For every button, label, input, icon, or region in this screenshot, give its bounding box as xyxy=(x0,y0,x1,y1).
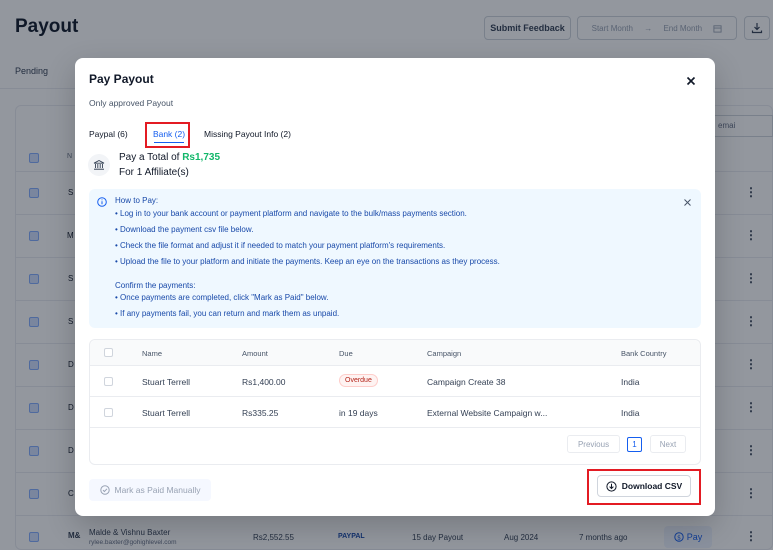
previous-page-button[interactable]: Previous xyxy=(567,435,620,453)
total-prefix: Pay a Total of xyxy=(119,152,180,163)
table-header: Name Amount Due Campaign Bank Country xyxy=(90,340,700,366)
amount-cell: Rs1,400.00 xyxy=(242,377,286,387)
list-item: • Log in to your bank account or payment… xyxy=(115,209,467,218)
download-csv-button[interactable]: Download CSV xyxy=(597,475,691,497)
list-item: • If any payments fail, you can return a… xyxy=(115,309,340,318)
list-item: • Once payments are completed, click "Ma… xyxy=(115,293,329,302)
select-all-checkbox[interactable] xyxy=(104,348,113,357)
amount-cell: Rs335.25 xyxy=(242,408,279,418)
country-cell: India xyxy=(621,408,640,418)
info-icon xyxy=(97,197,107,207)
modal-title: Pay Payout xyxy=(89,72,154,86)
total-amount: Rs1,735 xyxy=(182,152,221,163)
row-checkbox[interactable] xyxy=(104,377,113,386)
column-header-campaign: Campaign xyxy=(427,349,462,358)
column-header-due: Due xyxy=(339,349,353,358)
bank-icon xyxy=(88,154,110,176)
campaign-cell: Campaign Create 38 xyxy=(427,377,506,387)
close-icon[interactable] xyxy=(683,198,692,207)
list-item: • Download the payment csv file below. xyxy=(115,225,254,234)
due-cell: in 19 days xyxy=(339,408,378,418)
table-row: Stuart Terrell Rs1,400.00 Overdue Campai… xyxy=(90,366,700,397)
close-icon[interactable] xyxy=(684,74,698,88)
highlight-box xyxy=(145,122,190,148)
list-item: • Check the file format and adjust it if… xyxy=(115,241,446,250)
name-cell: Stuart Terrell xyxy=(142,377,191,387)
column-header-name: Name xyxy=(142,349,163,358)
name-cell: Stuart Terrell xyxy=(142,408,191,418)
download-icon xyxy=(606,480,617,492)
how-to-pay-panel: How to Pay: • Log in to your bank accoun… xyxy=(89,189,701,328)
overdue-badge: Overdue xyxy=(339,374,378,387)
affiliate-count: For 1 Affiliate(s) xyxy=(119,167,189,178)
table-row: Stuart Terrell Rs335.25 in 19 days Exter… xyxy=(90,397,700,428)
total-summary: Pay a Total of Rs1,735 xyxy=(119,152,220,163)
column-header-amount: Amount xyxy=(242,349,268,358)
mark-as-paid-label: Mark as Paid Manually xyxy=(114,485,201,495)
tab-paypal[interactable]: Paypal (6) xyxy=(89,122,128,146)
bank-payouts-table: Name Amount Due Campaign Bank Country St… xyxy=(89,339,701,465)
list-item: • Upload the file to your platform and i… xyxy=(115,257,500,266)
confirm-payments-title: Confirm the payments: xyxy=(115,281,196,290)
download-csv-label: Download CSV xyxy=(621,481,683,491)
pay-payout-modal: Pay Payout Only approved Payout Paypal (… xyxy=(75,58,715,516)
campaign-cell: External Website Campaign w... xyxy=(427,408,548,418)
next-page-button[interactable]: Next xyxy=(650,435,686,453)
check-circle-icon xyxy=(99,485,110,495)
page-number-button[interactable]: 1 xyxy=(627,437,642,452)
how-to-pay-title: How to Pay: xyxy=(115,196,159,205)
mark-as-paid-button[interactable]: Mark as Paid Manually xyxy=(89,479,211,501)
tab-missing-payout-info[interactable]: Missing Payout Info (2) xyxy=(204,122,291,146)
row-checkbox[interactable] xyxy=(104,408,113,417)
country-cell: India xyxy=(621,377,640,387)
column-header-bank-country: Bank Country xyxy=(621,349,667,358)
modal-subtitle: Only approved Payout xyxy=(89,98,174,108)
